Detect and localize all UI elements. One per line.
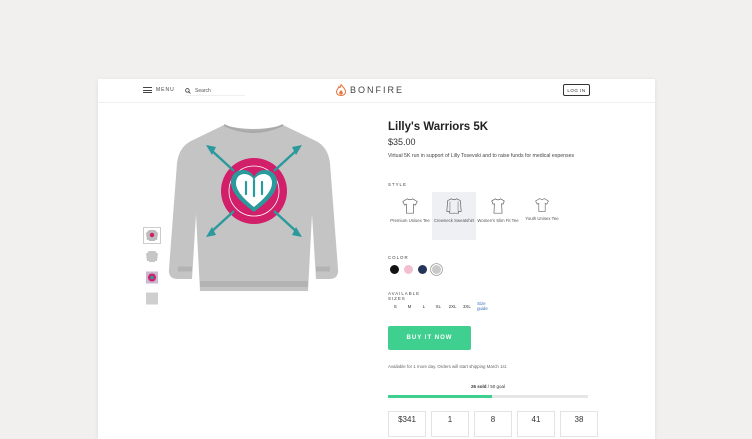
buy-it-now-button[interactable]: BUY IT NOW [388, 326, 471, 350]
stat-box: 1 [431, 411, 469, 437]
color-swatch-pink[interactable] [404, 265, 413, 274]
search-icon [185, 87, 191, 94]
stat-box: 8 [474, 411, 512, 437]
size-option[interactable]: L [417, 304, 431, 309]
brand-logo[interactable]: BONFIRE [336, 84, 404, 96]
sizes-label: AVAILABLE SIZES [388, 291, 421, 301]
stat-box: $341 [388, 411, 426, 437]
progress-bar [388, 395, 588, 398]
product-price: $35.00 [388, 137, 416, 147]
thumbnail-design[interactable] [143, 269, 161, 286]
color-swatch-gray[interactable] [432, 265, 441, 274]
style-option-crewneck[interactable]: Crewneck Sweatshirt [432, 192, 476, 240]
thumbnail-front[interactable] [143, 227, 161, 244]
style-option-youth-tee[interactable]: Youth Unisex Tee [520, 192, 564, 240]
style-name: Youth Unisex Tee [525, 216, 559, 221]
plain-thumb-icon [146, 292, 158, 305]
sweatshirt-back-icon [146, 251, 158, 262]
size-option[interactable]: 3XL [460, 304, 474, 309]
color-swatch-navy[interactable] [418, 265, 427, 274]
style-name: Premium Unisex Tee [390, 218, 430, 223]
size-option[interactable]: M [402, 304, 416, 309]
size-guide-link[interactable]: Size guide [477, 301, 496, 311]
style-name: Crewneck Sweatshirt [433, 218, 475, 223]
size-options: S M L XL 2XL 3XL Size guide [388, 301, 496, 311]
tshirt-icon [402, 198, 418, 214]
product-title: Lilly's Warriors 5K [388, 121, 489, 133]
menu-button[interactable]: MENU [143, 87, 175, 93]
login-button[interactable]: LOG IN [563, 84, 590, 96]
size-option[interactable]: 2XL [445, 304, 459, 309]
sweatshirt-icon [446, 198, 462, 214]
search-placeholder: Search [195, 87, 211, 94]
brand-name: BONFIRE [350, 85, 405, 95]
hamburger-icon [143, 87, 152, 93]
progress-fill [388, 395, 492, 398]
color-swatches [390, 265, 441, 274]
style-option-womens-tee[interactable]: Women's Slim Fit Tee [476, 192, 520, 240]
thumbnail-back[interactable] [143, 248, 161, 265]
stat-box: 38 [560, 411, 598, 437]
goal-text: / 50 goal [486, 384, 506, 389]
store-window: MENU Search BONFIRE LOG IN Lilly's Warri… [98, 79, 655, 439]
size-option[interactable]: XL [431, 304, 445, 309]
style-options: Premium Unisex Tee Crewneck Sweatshirt W… [388, 192, 564, 240]
stat-box: 41 [517, 411, 555, 437]
thumbnail-plain[interactable] [143, 290, 161, 307]
womens-tshirt-icon [491, 198, 505, 214]
design-thumb-icon [146, 271, 158, 284]
sweatshirt-thumb-icon [146, 230, 158, 241]
color-label: COLOR [388, 255, 409, 260]
style-option-premium-tee[interactable]: Premium Unisex Tee [388, 192, 432, 240]
product-image [168, 124, 339, 291]
top-header: MENU Search BONFIRE LOG IN [98, 79, 655, 103]
youth-tshirt-icon [535, 198, 549, 212]
sold-count: 26 sold / 50 goal [388, 384, 588, 389]
search-field[interactable]: Search [185, 86, 245, 96]
style-name: Women's Slim Fit Tee [477, 218, 519, 223]
color-swatch-black[interactable] [390, 265, 399, 274]
sold-number: 26 sold [470, 384, 487, 389]
availability-text: Available for 1 more day. Orders will st… [388, 364, 508, 369]
menu-label: MENU [156, 87, 175, 93]
stats-row: $341 1 8 41 38 [388, 411, 598, 437]
flame-icon [336, 84, 346, 96]
product-description: Virtual 5K run in support of Lilly Tosev… [388, 153, 575, 159]
style-label: STYLE [388, 182, 407, 187]
size-option[interactable]: S [388, 304, 402, 309]
